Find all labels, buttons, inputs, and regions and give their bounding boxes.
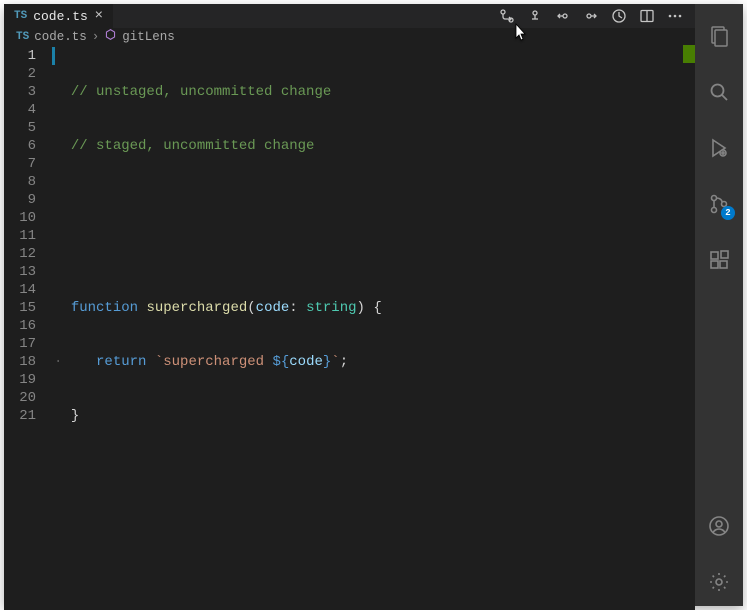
breadcrumb[interactable]: TS code.ts › gitLens	[4, 28, 695, 45]
code-content[interactable]: // unstaged, uncommitted change // stage…	[54, 45, 695, 610]
breadcrumb-file[interactable]: code.ts	[34, 30, 87, 44]
chevron-right-icon: ›	[92, 30, 100, 44]
source-control-icon[interactable]: 2	[695, 180, 743, 228]
search-icon[interactable]	[695, 68, 743, 116]
line-gutter: 1 2 3 4 5 6 7 8 9 10 11 12 13 14 15 16 1…	[4, 45, 54, 610]
code-editor[interactable]: 1 2 3 4 5 6 7 8 9 10 11 12 13 14 15 16 1…	[4, 45, 695, 610]
run-debug-icon[interactable]	[695, 124, 743, 172]
scm-badge: 2	[721, 206, 735, 220]
settings-gear-icon[interactable]	[695, 558, 743, 606]
tab-code-ts[interactable]: TS code.ts ×	[4, 4, 114, 28]
accounts-icon[interactable]	[695, 502, 743, 550]
compare-changes-icon[interactable]	[495, 4, 519, 28]
tab-title: code.ts	[33, 9, 88, 24]
editor-title-actions	[495, 4, 695, 28]
toggle-file-blame-icon[interactable]	[607, 4, 631, 28]
editor-window: TS code.ts ×	[4, 4, 743, 606]
explorer-icon[interactable]	[695, 12, 743, 60]
close-icon[interactable]: ×	[95, 8, 103, 24]
more-actions-icon[interactable]	[663, 4, 687, 28]
breadcrumb-symbol[interactable]: gitLens	[122, 30, 175, 44]
next-change-icon[interactable]	[579, 4, 603, 28]
typescript-icon: TS	[14, 10, 27, 22]
activity-bar: 2	[695, 4, 743, 606]
tab-bar: TS code.ts ×	[4, 4, 695, 28]
prev-change-icon[interactable]	[551, 4, 575, 28]
split-editor-icon[interactable]	[635, 4, 659, 28]
symbol-method-icon	[104, 28, 117, 45]
open-changes-icon[interactable]	[523, 4, 547, 28]
typescript-icon: TS	[16, 31, 29, 43]
extensions-icon[interactable]	[695, 236, 743, 284]
editor-main: TS code.ts ×	[4, 4, 695, 606]
